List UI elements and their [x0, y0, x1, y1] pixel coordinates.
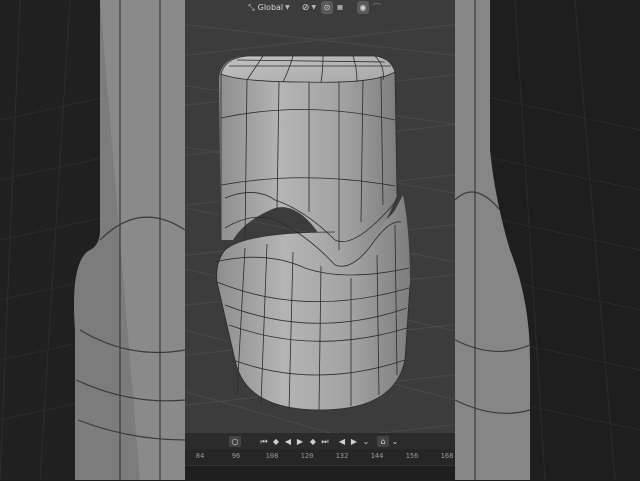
- chevron-down-icon: ⌄: [391, 437, 399, 446]
- jump-end-button[interactable]: ⏭: [320, 436, 330, 447]
- frame-tick: 120: [300, 452, 314, 460]
- pivot-icon: ⊘: [301, 2, 310, 13]
- keying-dropdown[interactable]: ⌄: [390, 436, 400, 447]
- snap-target-dropdown[interactable]: ▦: [333, 1, 347, 14]
- frame-tick: 108: [265, 452, 279, 460]
- play-reverse-icon: ◀: [284, 437, 292, 446]
- play-button[interactable]: ▶: [295, 436, 305, 447]
- prev-marker-icon: ◀: [338, 437, 346, 446]
- frame-tick: 96: [231, 452, 241, 460]
- proportional-edit-icon: ◉: [359, 3, 367, 12]
- prev-marker-button[interactable]: ◀: [337, 436, 347, 447]
- timeline-track-area[interactable]: [185, 465, 455, 481]
- frame-tick: 168: [440, 452, 454, 460]
- falloff-dropdown[interactable]: ⌒: [369, 1, 385, 14]
- frame-tick: 144: [370, 452, 384, 460]
- orientation-label: Global: [257, 3, 284, 12]
- frame-tick: 84: [195, 452, 205, 460]
- pivot-point-dropdown[interactable]: ⊘ ▼: [297, 1, 321, 14]
- next-keyframe-icon: ◆: [309, 437, 317, 446]
- frame-tick: 156: [405, 452, 419, 460]
- play-icon: ▶: [296, 437, 304, 446]
- keying-icon: ⌂: [380, 437, 386, 446]
- blurred-background-left: [0, 0, 185, 480]
- chevron-down-icon: ⌄: [362, 437, 370, 446]
- next-keyframe-button[interactable]: ◆: [307, 436, 319, 447]
- blurred-background-right: [455, 0, 640, 480]
- auto-keying-toggle[interactable]: ⌂: [377, 436, 389, 447]
- prev-keyframe-icon: ◆: [272, 437, 280, 446]
- snap-toggle[interactable]: ⊙: [321, 1, 333, 14]
- jump-end-icon: ⏭: [321, 436, 329, 446]
- frame-tick: 132: [335, 452, 349, 460]
- jump-start-icon: ⏮: [260, 436, 268, 446]
- record-icon: ○: [231, 437, 239, 446]
- timeline-frame-ruler[interactable]: 84 96 108 120 132 144 156 168: [185, 449, 455, 465]
- prev-keyframe-button[interactable]: ◆: [270, 436, 282, 447]
- 3d-viewport[interactable]: [185, 0, 455, 433]
- timeline-playback-bar: ○ ⏮ ◆ ◀ ▶ ◆ ⏭ ◀ ▶ ⌄ ⌂ ⌄: [185, 433, 455, 449]
- jump-start-button[interactable]: ⏮: [259, 436, 269, 447]
- playback-dropdown[interactable]: ⌄: [361, 436, 371, 447]
- record-toggle[interactable]: ○: [229, 436, 241, 447]
- next-marker-button[interactable]: ▶: [349, 436, 359, 447]
- transform-orientation-dropdown[interactable]: ⤡ Global ▼: [245, 1, 293, 14]
- next-marker-icon: ▶: [350, 437, 358, 446]
- transform-orientation-icon: ⤡: [248, 2, 255, 12]
- snap-target-icon: ▦: [337, 4, 343, 11]
- viewport-header: ⤡ Global ▼ ⊘ ▼ ⊙ ▦ ◉ ⌒: [185, 0, 455, 15]
- chevron-down-icon: ▼: [285, 4, 290, 11]
- proportional-edit-toggle[interactable]: ◉: [357, 1, 369, 14]
- chevron-down-icon: ▼: [311, 4, 317, 11]
- play-reverse-button[interactable]: ◀: [283, 436, 293, 447]
- falloff-icon: ⌒: [373, 3, 381, 12]
- snap-icon: ⊙: [323, 3, 331, 12]
